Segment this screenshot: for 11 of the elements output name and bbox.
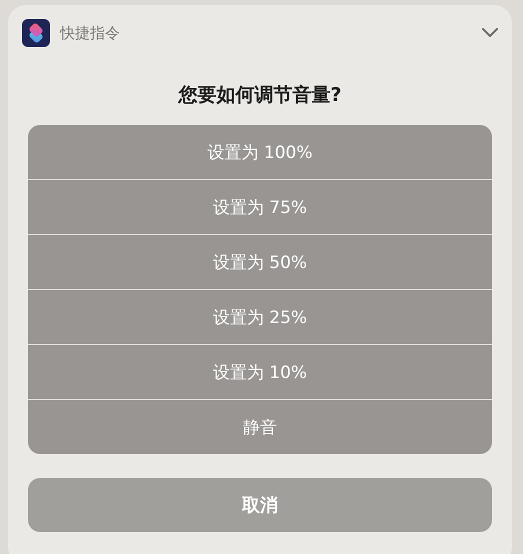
dialog-question: 您要如何调节音量? (177, 83, 343, 108)
cancel-button[interactable]: 取消 (28, 478, 492, 532)
option-button[interactable]: 静音 (28, 400, 492, 454)
option-button[interactable]: 设置为 75% (28, 180, 492, 234)
option-button[interactable]: 设置为 50% (28, 235, 492, 289)
option-button[interactable]: 设置为 25% (28, 290, 492, 344)
app-name: 快捷指令 (60, 24, 121, 42)
option-button[interactable]: 设置为 10% (28, 345, 492, 399)
chevron-down-icon[interactable] (482, 28, 498, 38)
app-icon (22, 19, 50, 47)
option-button[interactable]: 设置为 100% (28, 125, 492, 179)
